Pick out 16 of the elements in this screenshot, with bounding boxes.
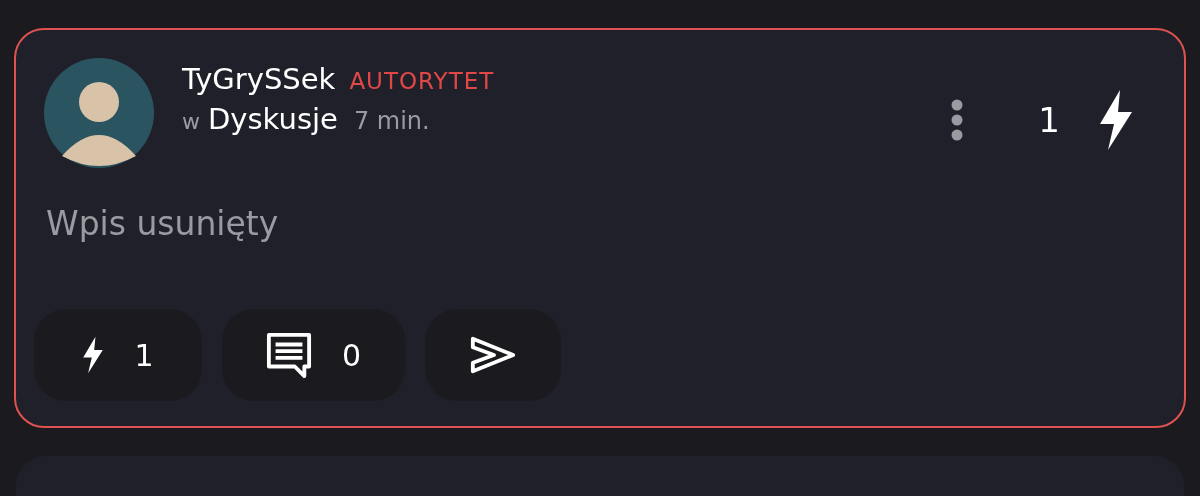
lightning-icon <box>1098 90 1134 150</box>
vote-button[interactable]: 1 <box>34 309 202 401</box>
post-time: 7 min. <box>353 107 430 135</box>
avatar[interactable] <box>44 58 154 168</box>
rank-label: AUTORYTET <box>349 68 495 94</box>
more-options-icon[interactable] <box>950 98 965 142</box>
comment-icon <box>266 332 312 378</box>
score-count: 1 <box>1038 100 1060 140</box>
post-content: Wpis usunięty <box>46 204 280 243</box>
comments-button[interactable]: 0 <box>222 309 406 401</box>
lightning-icon <box>82 335 105 375</box>
category-link[interactable]: Dyskusje <box>208 102 338 136</box>
send-icon <box>469 335 518 375</box>
author-name[interactable]: TyGrySSek <box>182 62 336 96</box>
category-prefix: w <box>182 109 200 134</box>
share-button[interactable] <box>425 309 562 401</box>
